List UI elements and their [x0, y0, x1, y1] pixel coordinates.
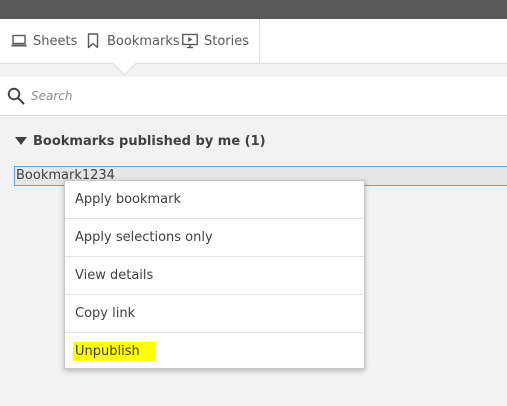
- collapse-caret-icon: [15, 137, 27, 145]
- bookmark-context-menu: Apply bookmark Apply selections only Vie…: [64, 180, 365, 369]
- tab-sheets[interactable]: Sheets: [11, 19, 77, 63]
- menu-item-label: Copy link: [75, 306, 136, 321]
- tab-sheets-label: Sheets: [33, 33, 78, 49]
- sheets-icon: [11, 33, 27, 49]
- menu-item-apply-bookmark[interactable]: Apply bookmark: [65, 181, 364, 219]
- search-bar: [0, 77, 507, 116]
- menu-item-apply-selections-only[interactable]: Apply selections only: [65, 219, 364, 257]
- menu-item-label-highlighted: Unpublish: [73, 341, 155, 361]
- menu-item-label: Apply selections only: [75, 230, 213, 245]
- tab-stories-label: Stories: [204, 33, 250, 49]
- tab-bookmarks-label: Bookmarks: [107, 33, 180, 49]
- section-title: Bookmarks published by me (1): [33, 133, 266, 149]
- menu-item-unpublish[interactable]: Unpublish: [65, 333, 364, 369]
- app-top-bar: [0, 0, 507, 19]
- tab-stories[interactable]: Stories: [182, 19, 249, 63]
- tabs-divider: [259, 19, 260, 63]
- menu-item-view-details[interactable]: View details: [65, 257, 364, 295]
- asset-tabs-bar: Sheets Bookmarks Stories: [0, 19, 507, 64]
- menu-item-label: View details: [75, 268, 154, 283]
- tab-bookmarks[interactable]: Bookmarks: [85, 19, 180, 63]
- search-input[interactable]: [31, 86, 491, 106]
- menu-item-copy-link[interactable]: Copy link: [65, 295, 364, 333]
- menu-item-label: Apply bookmark: [75, 192, 182, 207]
- search-icon: [7, 87, 25, 105]
- stories-icon: [182, 33, 198, 49]
- bookmark-icon: [85, 33, 101, 49]
- published-bookmarks-section-header[interactable]: Bookmarks published by me (1): [15, 131, 266, 151]
